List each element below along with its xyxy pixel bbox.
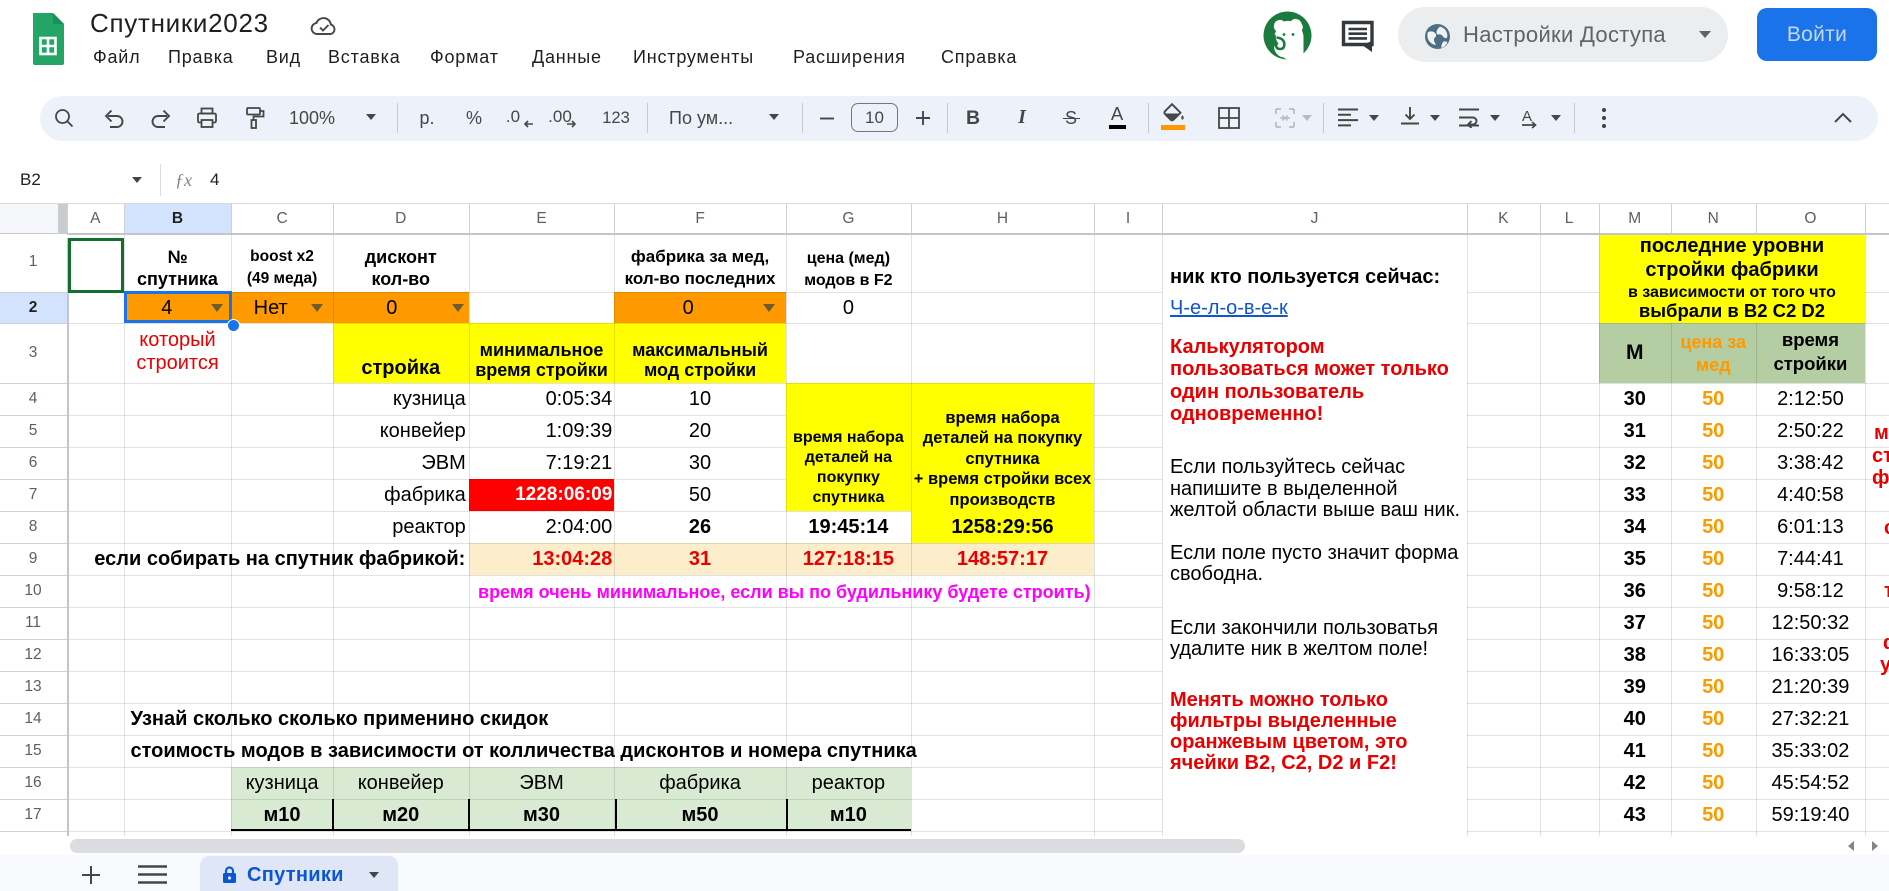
svg-text:A: A [1522, 108, 1532, 125]
